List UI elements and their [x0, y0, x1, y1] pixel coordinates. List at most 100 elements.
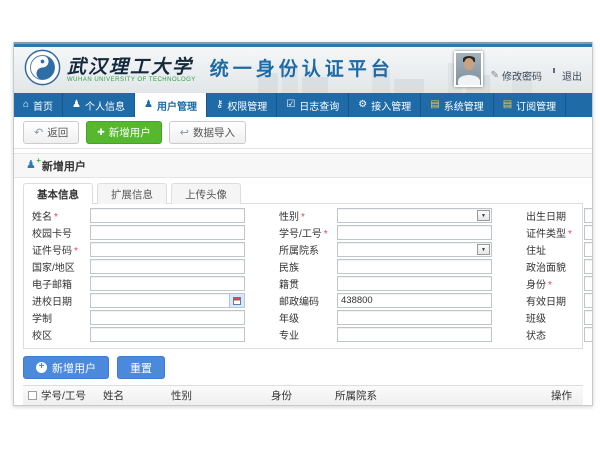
nav-item-access-management[interactable]: ⚙ 接入管理	[349, 93, 421, 117]
form-row-gender: 性别* ▼	[279, 208, 492, 223]
form-row-ethnicity: 民族	[279, 259, 492, 274]
nav-item-home[interactable]: ⌂ 首页	[14, 93, 63, 117]
dropdown-arrow-icon[interactable]: ▼	[477, 244, 490, 255]
basic-info-form: 姓名* 性别* ▼ 出生日期 校园卡号 学号/工号* 证件类型*	[23, 203, 583, 349]
toolbar: ↶ 返回 ✚ 新增用户 ↩ 数据导入	[14, 117, 592, 149]
reset-button[interactable]: 重置	[117, 356, 165, 379]
column-header-name: 姓名	[103, 388, 171, 403]
form-row-major: 专业	[279, 327, 492, 342]
nav-label: 首页	[33, 98, 53, 113]
campus-input[interactable]	[91, 328, 244, 341]
nav-item-system-management[interactable]: ▤ 系统管理	[421, 93, 493, 117]
field-label: 电子邮箱	[32, 276, 90, 291]
status-input[interactable]	[585, 328, 593, 341]
form-row-address: 住址	[526, 242, 593, 257]
add-user-submit-button[interactable]: + 新增用户	[23, 356, 109, 379]
user-avatar[interactable]	[454, 51, 483, 87]
column-header-student-id: 学号/工号	[41, 388, 103, 403]
identity-input[interactable]	[585, 277, 593, 290]
add-user-button-label: 新增用户	[109, 125, 151, 140]
field-label: 班级	[526, 310, 584, 325]
student-id-input[interactable]	[338, 226, 491, 239]
tab-label: 上传头像	[185, 187, 227, 202]
nav-item-personal-info[interactable]: ♟ 个人信息	[63, 93, 135, 117]
change-password-link[interactable]: ✎ 修改密码	[491, 68, 542, 83]
valid-date-input[interactable]	[585, 294, 593, 307]
gender-select[interactable]	[338, 209, 476, 222]
grade-input[interactable]	[338, 311, 491, 324]
add-user-toolbar-button[interactable]: ✚ 新增用户	[86, 121, 162, 144]
submit-button-label: 新增用户	[52, 360, 96, 376]
dropdown-arrow-icon[interactable]: ▼	[477, 210, 490, 221]
app-window: 武汉理工大学 WUHAN UNIVERSITY OF TECHNOLOGY 统一…	[13, 42, 593, 406]
nav-label: 用户管理	[157, 98, 197, 113]
native-place-input[interactable]	[338, 277, 491, 290]
field-label: 学号/工号*	[279, 225, 337, 240]
form-row-name: 姓名*	[32, 208, 245, 223]
university-logo-icon	[24, 49, 61, 86]
form-row-education-length: 学制	[32, 310, 245, 325]
form-row-department: 所属院系 ▼	[279, 242, 492, 257]
data-import-button[interactable]: ↩ 数据导入	[169, 121, 246, 144]
form-row-identity: 身份*	[526, 276, 593, 291]
nav-label: 个人信息	[85, 98, 125, 113]
tab-upload-avatar[interactable]: 上传头像	[171, 183, 241, 204]
address-input[interactable]	[585, 243, 593, 256]
calendar-icon[interactable]	[229, 294, 244, 307]
nav-label: 订阅管理	[516, 98, 556, 113]
ethnicity-input[interactable]	[338, 260, 491, 273]
field-label: 民族	[279, 259, 337, 274]
platform-title: 统一身份认证平台	[210, 54, 394, 87]
field-label: 学制	[32, 310, 90, 325]
major-input[interactable]	[338, 328, 491, 341]
select-all-checkbox[interactable]	[28, 391, 37, 400]
required-asterisk: *	[324, 229, 328, 240]
class-input[interactable]	[585, 311, 593, 324]
postal-code-input[interactable]	[338, 294, 491, 307]
campus-card-input[interactable]	[91, 226, 244, 239]
nav-item-permission-management[interactable]: ⚷ 权限管理	[207, 93, 277, 117]
id-type-input[interactable]	[585, 226, 593, 239]
key-icon: ⚷	[216, 100, 223, 110]
user-icon: ♟	[72, 100, 81, 110]
id-number-input[interactable]	[91, 243, 244, 256]
nav-label: 日志查询	[299, 98, 339, 113]
avatar-shirt	[458, 75, 480, 87]
birth-date-input[interactable]	[585, 209, 593, 222]
form-row-postal-code: 邮政编码	[279, 293, 492, 308]
field-label: 证件类型*	[526, 225, 584, 240]
section-header: ♟+ 新增用户	[14, 153, 592, 178]
gear-icon: ⚙	[358, 100, 367, 110]
required-asterisk: *	[54, 212, 58, 223]
form-row-student-id: 学号/工号*	[279, 225, 492, 240]
form-row-entry-date: 进校日期	[32, 293, 245, 308]
name-input[interactable]	[91, 209, 244, 222]
add-user-icon: ✚	[97, 127, 105, 138]
political-status-input[interactable]	[585, 260, 593, 273]
email-input[interactable]	[91, 277, 244, 290]
form-row-native-place: 籍贯	[279, 276, 492, 291]
field-label: 籍贯	[279, 276, 337, 291]
power-icon	[550, 71, 559, 80]
tab-label: 基本信息	[37, 187, 79, 202]
entry-date-input[interactable]	[91, 294, 229, 307]
form-row-campus-card: 校园卡号	[32, 225, 245, 240]
form-actions: + 新增用户 重置	[23, 356, 583, 379]
form-row-valid-date: 有效日期	[526, 293, 593, 308]
avatar-face	[464, 58, 474, 70]
nav-item-user-management[interactable]: ♟ 用户管理	[135, 93, 207, 117]
country-input[interactable]	[91, 260, 244, 273]
nav-label: 系统管理	[444, 98, 484, 113]
tab-extended-info[interactable]: 扩展信息	[97, 183, 167, 204]
department-select[interactable]	[338, 243, 476, 256]
nav-item-subscription-management[interactable]: ▤ 订阅管理	[494, 93, 566, 117]
tab-basic-info[interactable]: 基本信息	[23, 183, 93, 204]
back-button[interactable]: ↶ 返回	[23, 121, 79, 144]
data-import-button-label: 数据导入	[193, 125, 235, 140]
nav-item-log-query[interactable]: ☑ 日志查询	[277, 93, 349, 117]
field-label: 政治面貌	[526, 259, 584, 274]
nav-label: 接入管理	[371, 98, 411, 113]
education-length-input[interactable]	[91, 311, 244, 324]
logout-link[interactable]: 退出	[550, 68, 582, 83]
column-header-department: 所属院系	[335, 388, 551, 403]
